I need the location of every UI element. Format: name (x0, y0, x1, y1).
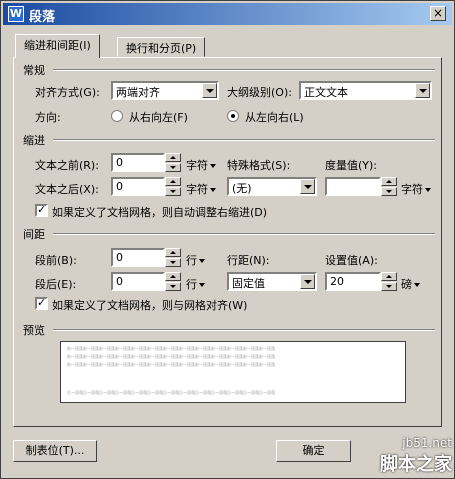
caret-down-icon (199, 283, 205, 287)
close-button[interactable]: × (430, 6, 446, 21)
indent-section-title: 缩进 (23, 134, 45, 147)
spacing-grid-label[interactable]: 如果定义了文档网格，则与网格对齐(W) (52, 297, 247, 313)
preview-prev-paragraph: 前一段落前一段落前一段落前一段落前一段落前一段落前一段落前一段落前一段落前一段落… (67, 346, 275, 351)
tab-line-page-breaks[interactable]: 换行和分页(P) (117, 37, 206, 57)
spin-up-icon[interactable] (381, 177, 397, 186)
line-spacing-label: 行距(N): (227, 254, 270, 267)
special-format-value: (无) (232, 182, 252, 195)
ok-button[interactable]: 确定 (276, 440, 351, 462)
spin-down-icon[interactable] (165, 282, 181, 291)
spin-up-icon[interactable] (165, 248, 181, 257)
spin-up-icon[interactable] (381, 272, 397, 281)
spin-down-icon[interactable] (165, 163, 181, 172)
set-value-unit[interactable]: 磅 (401, 276, 420, 292)
preview-next-paragraph: 后一段落后一段落后一段落后一段落后一段落后一段落后一段落后一段落后一段落后一段落… (67, 390, 275, 395)
spin-down-icon[interactable] (381, 282, 397, 291)
spacing-divider (53, 233, 435, 235)
watermark-url: jb51.net (402, 436, 452, 450)
indent-after-label: 文本之后(X): (35, 183, 99, 196)
rtl-label[interactable]: 从右向左(F) (129, 109, 188, 125)
rtl-radio[interactable] (111, 110, 123, 122)
space-before-label: 段前(B): (35, 254, 77, 267)
measure-label: 度量值(Y): (325, 159, 378, 172)
preview-prev-paragraph-3: 前一段落前一段落前一段落前一段落前一段落前一段落前一段落前一段落前一段落前一段落… (67, 362, 275, 367)
space-before-input[interactable]: 0 (111, 248, 165, 267)
space-after-label: 段后(E): (35, 278, 77, 291)
indent-before-input[interactable]: 0 (111, 153, 165, 172)
chevron-down-icon[interactable] (415, 83, 430, 98)
indent-grid-checkbox[interactable] (35, 203, 48, 217)
general-divider (53, 69, 435, 71)
watermark: jb51.net 脚本之家 (380, 436, 452, 476)
indent-after-input[interactable]: 0 (111, 177, 165, 196)
special-format-label: 特殊格式(S): (227, 159, 291, 172)
spacing-grid-checkbox[interactable] (35, 296, 48, 310)
space-after-spinner[interactable] (165, 272, 181, 291)
set-value-input[interactable]: 20 (325, 272, 381, 291)
set-value-label: 设置值(A): (325, 254, 378, 267)
paragraph-dialog: W 段落 × 缩进和间距(I) 换行和分页(P) 常规 对齐方式(G): 两端对… (0, 0, 455, 479)
caret-down-icon (414, 283, 420, 287)
ltr-label[interactable]: 从左向右(L) (245, 109, 304, 125)
direction-label: 方向: (35, 111, 61, 124)
indent-before-label: 文本之前(R): (35, 159, 99, 172)
caret-down-icon (199, 259, 205, 263)
caret-down-icon (210, 164, 216, 168)
spin-down-icon[interactable] (381, 187, 397, 196)
set-value-spinner[interactable] (381, 272, 397, 291)
title-bar[interactable]: W 段落 × (3, 3, 452, 25)
measure-input[interactable] (325, 177, 381, 196)
preview-box: 前一段落前一段落前一段落前一段落前一段落前一段落前一段落前一段落前一段落前一段落… (60, 341, 406, 403)
spin-down-icon[interactable] (165, 187, 181, 196)
alignment-select[interactable]: 两端对齐 (111, 81, 219, 100)
spin-up-icon[interactable] (165, 272, 181, 281)
special-format-select[interactable]: (无) (227, 177, 317, 196)
measure-unit[interactable]: 字符 (401, 181, 431, 197)
spin-down-icon[interactable] (165, 258, 181, 267)
space-after-input[interactable]: 0 (111, 272, 165, 291)
measure-spinner[interactable] (381, 177, 397, 196)
indent-grid-label[interactable]: 如果定义了文档网格，则自动调整右缩进(D) (52, 204, 267, 220)
spacing-section-title: 间距 (23, 228, 45, 241)
indent-after-unit[interactable]: 字符 (186, 181, 216, 197)
indent-divider (53, 139, 435, 141)
indent-before-spinner[interactable] (165, 153, 181, 172)
chevron-down-icon[interactable] (300, 274, 315, 289)
spin-up-icon[interactable] (165, 177, 181, 186)
line-spacing-select[interactable]: 固定值 (227, 272, 317, 291)
space-before-unit[interactable]: 行 (186, 252, 205, 268)
spin-up-icon[interactable] (165, 153, 181, 162)
indent-before-unit[interactable]: 字符 (186, 157, 216, 173)
chevron-down-icon[interactable] (300, 179, 315, 194)
outline-level-value: 正文文本 (304, 86, 348, 99)
space-before-spinner[interactable] (165, 248, 181, 267)
caret-down-icon (425, 188, 431, 192)
wps-writer-icon: W (8, 6, 24, 22)
line-spacing-value: 固定值 (232, 277, 265, 290)
indent-after-spinner[interactable] (165, 177, 181, 196)
outline-level-select[interactable]: 正文文本 (299, 81, 432, 100)
alignment-label: 对齐方式(G): (35, 86, 100, 99)
space-after-unit[interactable]: 行 (186, 276, 205, 292)
caret-down-icon (210, 188, 216, 192)
preview-prev-paragraph-2: 前一段落前一段落前一段落前一段落前一段落前一段落前一段落前一段落前一段落前一段落… (67, 354, 275, 359)
tab-indent-spacing[interactable]: 缩进和间距(I) (15, 34, 100, 58)
dialog-title: 段落 (29, 10, 56, 25)
ltr-radio[interactable] (227, 110, 239, 122)
alignment-value: 两端对齐 (116, 86, 160, 99)
tabs-button[interactable]: 制表位(T)... (13, 440, 97, 462)
general-section-title: 常规 (23, 64, 45, 77)
chevron-down-icon[interactable] (202, 83, 217, 98)
watermark-name: 脚本之家 (380, 454, 452, 475)
preview-divider (53, 329, 435, 331)
preview-section-title: 预览 (23, 324, 45, 337)
outline-level-label: 大纲级别(O): (227, 86, 292, 99)
